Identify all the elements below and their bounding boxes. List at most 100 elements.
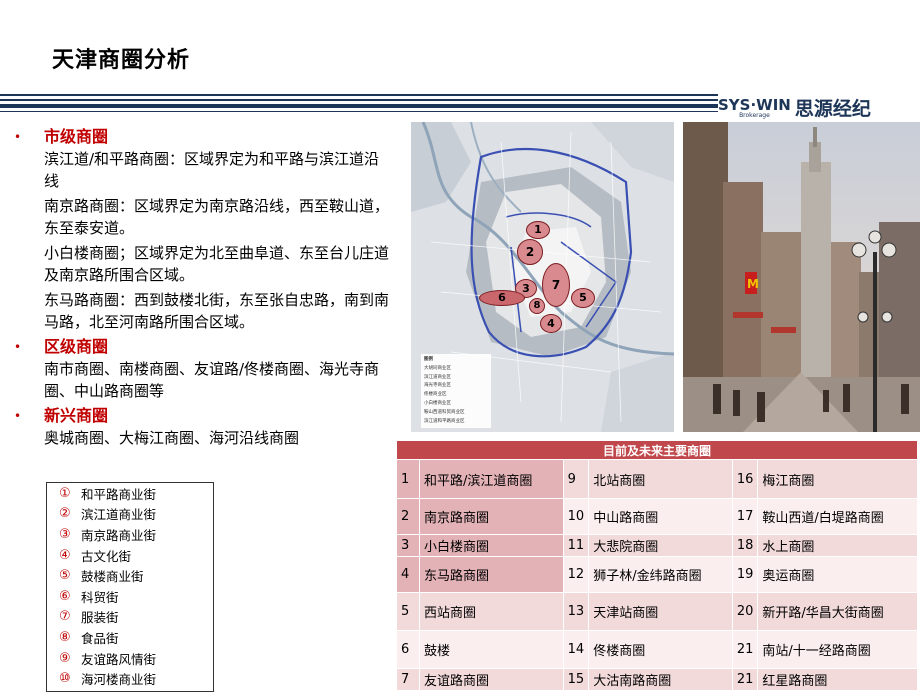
legend-num: ⑧ [59,629,71,645]
map-legend-item: 大胡同商业区 [424,365,451,371]
table-cell-num: 21 [731,668,759,691]
map-marker-1: 1 [526,221,550,239]
legend-num: ⑨ [59,650,71,666]
table-cell-name: 鞍山西道/白堤路商圈 [757,498,918,535]
legend-label: 南京路商业街 [81,527,157,543]
legend-row: ④ 古文化街 [47,545,213,566]
section-title: 新兴商圈 [44,406,109,425]
photo-graphic: M [683,122,920,432]
table-cell-name: 西站商圈 [419,592,564,631]
section-heading: • 市级商圈 [14,126,390,148]
street-legend: ① 和平路商业街 ② 滨江道商业街 ③ 南京路商业街 ④ 古文化街 ⑤ 鼓楼商业街 ⑥ 科贸… [46,482,214,692]
table-cell-name: 水上商圈 [757,534,918,557]
legend-row: ⑦ 服装街 [47,607,213,628]
table-cell-name: 友谊路商圈 [419,668,564,691]
legend-label: 服装街 [81,610,119,626]
svg-text:M: M [747,277,759,291]
section-heading: • 新兴商圈 [14,405,390,427]
map-marker-2: 2 [517,239,543,265]
table-cell-num: 2 [396,498,420,535]
map-marker-6: 6 [479,290,525,306]
bullet-dot: • [14,340,22,354]
analysis-text: • 市级商圈 滨江道/和平路商圈：区域界定为和平路与滨江道沿线 南京路商圈：区域… [14,126,390,452]
legend-num: ② [59,506,71,522]
legend-num: ⑥ [59,588,71,604]
table-cell-num: 15 [562,668,590,691]
section-para: 南京路商圈：区域界定为南京路沿线，西至鞍山道，东至泰安道。 [44,197,390,237]
section-title: 区级商圈 [44,337,109,356]
legend-row: ⑩ 海河楼商业街 [47,668,213,689]
map-legend-item: 滨江道商业区 [424,374,451,380]
table-cell-name: 小白楼商圈 [419,534,564,557]
table-cell-name: 东马路商圈 [419,556,564,593]
legend-row: ⑨ 友谊路风情街 [47,648,213,669]
section-para: 东马路商圈：西到鼓楼北街，东至张自忠路，南到南马路，北至河南路所围合区域。 [44,291,390,331]
table-cell-num: 12 [562,556,590,593]
legend-label: 科贸街 [81,589,119,605]
table-row: 1 和平路/滨江道商圈 9 北站商圈 16 梅江商圈 [396,459,918,499]
map-legend-item: 海光寺商业区 [424,383,451,389]
table-cell-name: 北站商圈 [588,459,733,499]
table-cell-num: 13 [562,592,590,631]
legend-label: 鼓楼商业街 [81,569,144,585]
table-cell-num: 17 [731,498,759,535]
map-legend-title: 图例 [424,357,433,362]
table-cell-name: 天津站商圈 [588,592,733,631]
legend-label: 滨江道商业街 [81,507,157,523]
legend-num: ⑤ [59,568,71,584]
page-title: 天津商圈分析 [52,48,191,73]
table-cell-num: 19 [731,556,759,593]
legend-num: ③ [59,526,71,542]
table-cell-name: 奥运商圈 [757,556,918,593]
table-cell-name: 佟楼商圈 [588,630,733,669]
district-table: 目前及未来主要商圈 1 和平路/滨江道商圈 9 北站商圈 16 梅江商圈 2 南… [396,440,918,691]
legend-label: 海河楼商业街 [81,672,157,688]
table-cell-num: 4 [396,556,420,593]
map-legend-item: 佟楼商业区 [424,392,447,398]
map-legend-item: 小白楼商业区 [424,400,451,406]
map-marker-5: 5 [571,288,595,308]
table-cell-num: 6 [396,630,420,669]
legend-label: 和平路商业街 [81,486,157,502]
table-cell-num: 10 [562,498,590,535]
section-para: 南市商圈、南楼商圈、友谊路/佟楼商圈、海光寺商圈、中山路商圈等 [44,360,380,400]
table-cell-num: 18 [731,534,759,557]
map-marker-7: 7 [542,263,570,307]
table-cell-name: 大沽南路商圈 [588,668,733,691]
table-cell-name: 梅江商圈 [757,459,918,499]
table-cell-num: 9 [562,459,590,499]
table-cell-num: 3 [396,534,420,557]
table-cell-name: 新开路/华昌大街商圈 [757,592,918,631]
brand-cn: 思源经纪 [794,97,871,120]
table-cell-name: 和平路/滨江道商圈 [419,459,564,499]
table-cell-name: 南京路商圈 [419,498,564,535]
table-cell-num: 20 [731,592,759,631]
bullet-dot: • [14,130,22,144]
street-photo: M [683,122,920,432]
legend-num: ⑦ [59,609,71,625]
bullet-dot: • [14,409,22,423]
table-cell-num: 5 [396,592,420,631]
legend-label: 食品街 [81,630,119,646]
table-row: 2 南京路商圈 10 中山路商圈 17 鞍山西道/白堤路商圈 [396,498,918,535]
table-header: 目前及未来主要商圈 [396,440,918,460]
legend-row: ② 滨江道商业街 [47,504,213,525]
brand-logo: SYS·WIN Brokerage 思源经纪 [718,92,920,122]
table-cell-num: 1 [396,459,420,499]
legend-label: 友谊路风情街 [81,651,157,667]
table-title: 目前及未来主要商圈 [396,440,918,460]
table-cell-num: 7 [396,668,420,691]
map-legend: 图例 大胡同商业区 滨江道商业区 海光寺商业区 佟楼商业区 小白楼商业区 鞍山西… [424,356,490,426]
legend-row: ⑧ 食品街 [47,627,213,648]
table-cell-name: 大悲院商圈 [588,534,733,557]
district-map: 1 2 3 4 5 6 7 8 图例 大胡同商业区 滨江道商业区 海光寺商业区 … [411,122,674,432]
section-title: 市级商圈 [44,127,109,146]
table-cell-name: 狮子林/金纬路商圈 [588,556,733,593]
table-row: 5 西站商圈 13 天津站商圈 20 新开路/华昌大街商圈 [396,592,918,631]
table-row: 4 东马路商圈 12 狮子林/金纬路商圈 19 奥运商圈 [396,556,918,593]
table-cell-name: 南站/十一经路商圈 [757,630,918,669]
legend-label: 古文化街 [81,548,132,564]
brand-en-text: SYS·WIN [718,95,791,114]
legend-num: ⑩ [59,671,71,687]
map-legend-item: 滨江道和平路商业区 [424,418,465,424]
